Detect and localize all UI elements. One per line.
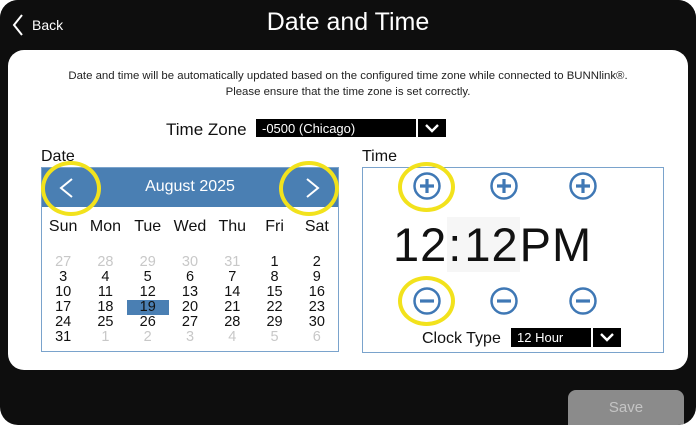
period-value: PM	[519, 216, 593, 272]
weekday-label: Tue	[134, 218, 162, 235]
day-cell[interactable]: 29	[127, 255, 169, 270]
day-cell[interactable]: 2	[127, 330, 169, 345]
notice-line-1: Date and time will be automatically upda…	[68, 70, 628, 82]
day-cell[interactable]: 7	[211, 270, 253, 285]
day-cell[interactable]: 31	[42, 330, 84, 345]
day-cell[interactable]: 3	[42, 270, 84, 285]
day-cell[interactable]: 27	[42, 255, 84, 270]
day-cell[interactable]: 28	[211, 315, 253, 330]
minus-circle-icon	[413, 287, 441, 315]
day-cell[interactable]: 9	[296, 270, 338, 285]
weekday-label: Sun	[48, 218, 78, 235]
title-bar: Back Date and Time	[0, 0, 696, 50]
timezone-value: -0500 (Chicago)	[262, 120, 356, 136]
calendar: August 2025 Sun Mon Tue Wed Thu Fri Sat …	[41, 167, 339, 352]
day-cell[interactable]: 12	[127, 285, 169, 300]
weekday-label: Wed	[173, 218, 207, 235]
selected-day-cell[interactable]: 19	[126, 300, 169, 315]
day-cell[interactable]: 30	[296, 315, 338, 330]
day-cell[interactable]: 21	[211, 300, 253, 315]
week-row: 24 25 26 27 28 29 30	[42, 315, 338, 330]
save-button[interactable]: Save	[568, 390, 684, 425]
day-cell[interactable]: 30	[169, 255, 211, 270]
day-cell[interactable]: 10	[42, 285, 84, 300]
page-title: Date and Time	[266, 8, 430, 36]
time-separator: :	[447, 216, 464, 272]
weekday-label: Mon	[89, 218, 121, 235]
day-cell[interactable]: 17	[42, 300, 84, 315]
plus-circle-icon	[490, 172, 518, 200]
day-cell[interactable]: 6	[169, 270, 211, 285]
month-label: August 2025	[145, 178, 235, 195]
day-cell[interactable]: 14	[211, 285, 253, 300]
minute-tens-decrement-button[interactable]	[490, 287, 518, 315]
day-cell[interactable]: 25	[84, 315, 126, 330]
app-window: Back Date and Time Date and time will be…	[0, 0, 696, 425]
chevron-down-icon	[416, 119, 446, 137]
plus-circle-icon	[569, 172, 597, 200]
day-cell[interactable]: 11	[84, 285, 126, 300]
timezone-select[interactable]: -0500 (Chicago)	[256, 119, 446, 137]
day-cell[interactable]: 18	[84, 300, 126, 315]
minus-circle-icon	[490, 287, 518, 315]
content-panel: Date and time will be automatically upda…	[8, 50, 688, 370]
weekday-label: Thu	[218, 218, 247, 235]
clock-type-label: Clock Type	[422, 330, 501, 347]
day-cell[interactable]: 24	[42, 315, 84, 330]
date-label: Date	[41, 148, 75, 165]
minute-ones-decrement-button[interactable]	[569, 287, 597, 315]
day-cell[interactable]: 3	[169, 330, 211, 345]
calendar-header: August 2025	[42, 168, 338, 207]
week-row: 27 28 29 30 31 1 2	[42, 255, 338, 270]
day-cell[interactable]: 4	[84, 270, 126, 285]
day-cell[interactable]: 29	[253, 315, 295, 330]
hour-decrement-button[interactable]	[413, 287, 441, 315]
day-cell[interactable]: 22	[253, 300, 295, 315]
day-cell[interactable]: 28	[84, 255, 126, 270]
day-cell[interactable]: 5	[253, 330, 295, 345]
next-month-button[interactable]	[296, 171, 330, 205]
chevron-down-icon	[591, 328, 621, 347]
time-display: 12:12 PM	[393, 215, 633, 273]
day-cell[interactable]: 2	[296, 255, 338, 270]
clock-type-select[interactable]: 12 Hour	[511, 328, 621, 347]
day-cell[interactable]: 26	[127, 315, 169, 330]
day-cell[interactable]: 27	[169, 315, 211, 330]
hour-increment-button[interactable]	[413, 172, 441, 200]
chevron-right-icon	[306, 178, 320, 198]
day-cell[interactable]: 8	[253, 270, 295, 285]
day-cell[interactable]: 16	[296, 285, 338, 300]
clock-type-value: 12 Hour	[517, 330, 564, 345]
week-row: 3 4 5 6 7 8 9	[42, 270, 338, 285]
time-label: Time	[362, 148, 397, 165]
day-cell[interactable]: 31	[211, 255, 253, 270]
timezone-label: Time Zone	[166, 120, 247, 139]
minute-ones-increment-button[interactable]	[569, 172, 597, 200]
notice-line-2: Please ensure that the time zone is set …	[225, 86, 471, 98]
week-row: 31 1 2 3 4 5 6	[42, 330, 338, 345]
day-cell[interactable]: 1	[84, 330, 126, 345]
minus-circle-icon	[569, 287, 597, 315]
timezone-notice: Date and time will be automatically upda…	[8, 68, 688, 100]
day-grid: 27 28 29 30 31 1 2 3 4 5 6 7 8 9 10 11 1…	[42, 255, 338, 345]
day-cell[interactable]: 5	[127, 270, 169, 285]
minute-tens-increment-button[interactable]	[490, 172, 518, 200]
day-cell[interactable]: 13	[169, 285, 211, 300]
minute-value: 12	[463, 216, 520, 272]
hour-value: 12	[393, 216, 448, 272]
day-cell[interactable]: 23	[296, 300, 338, 315]
weekday-row: Sun Mon Tue Wed Thu Fri Sat	[42, 218, 338, 236]
day-cell[interactable]: 15	[253, 285, 295, 300]
weekday-label: Fri	[265, 218, 284, 235]
day-cell[interactable]: 4	[211, 330, 253, 345]
plus-circle-icon	[413, 172, 441, 200]
day-cell[interactable]: 6	[296, 330, 338, 345]
weekday-label: Sat	[304, 218, 329, 235]
week-row: 17 18 19 20 21 22 23	[42, 300, 338, 315]
week-row: 10 11 12 13 14 15 16	[42, 285, 338, 300]
day-cell[interactable]: 1	[253, 255, 295, 270]
day-cell[interactable]: 20	[169, 300, 211, 315]
